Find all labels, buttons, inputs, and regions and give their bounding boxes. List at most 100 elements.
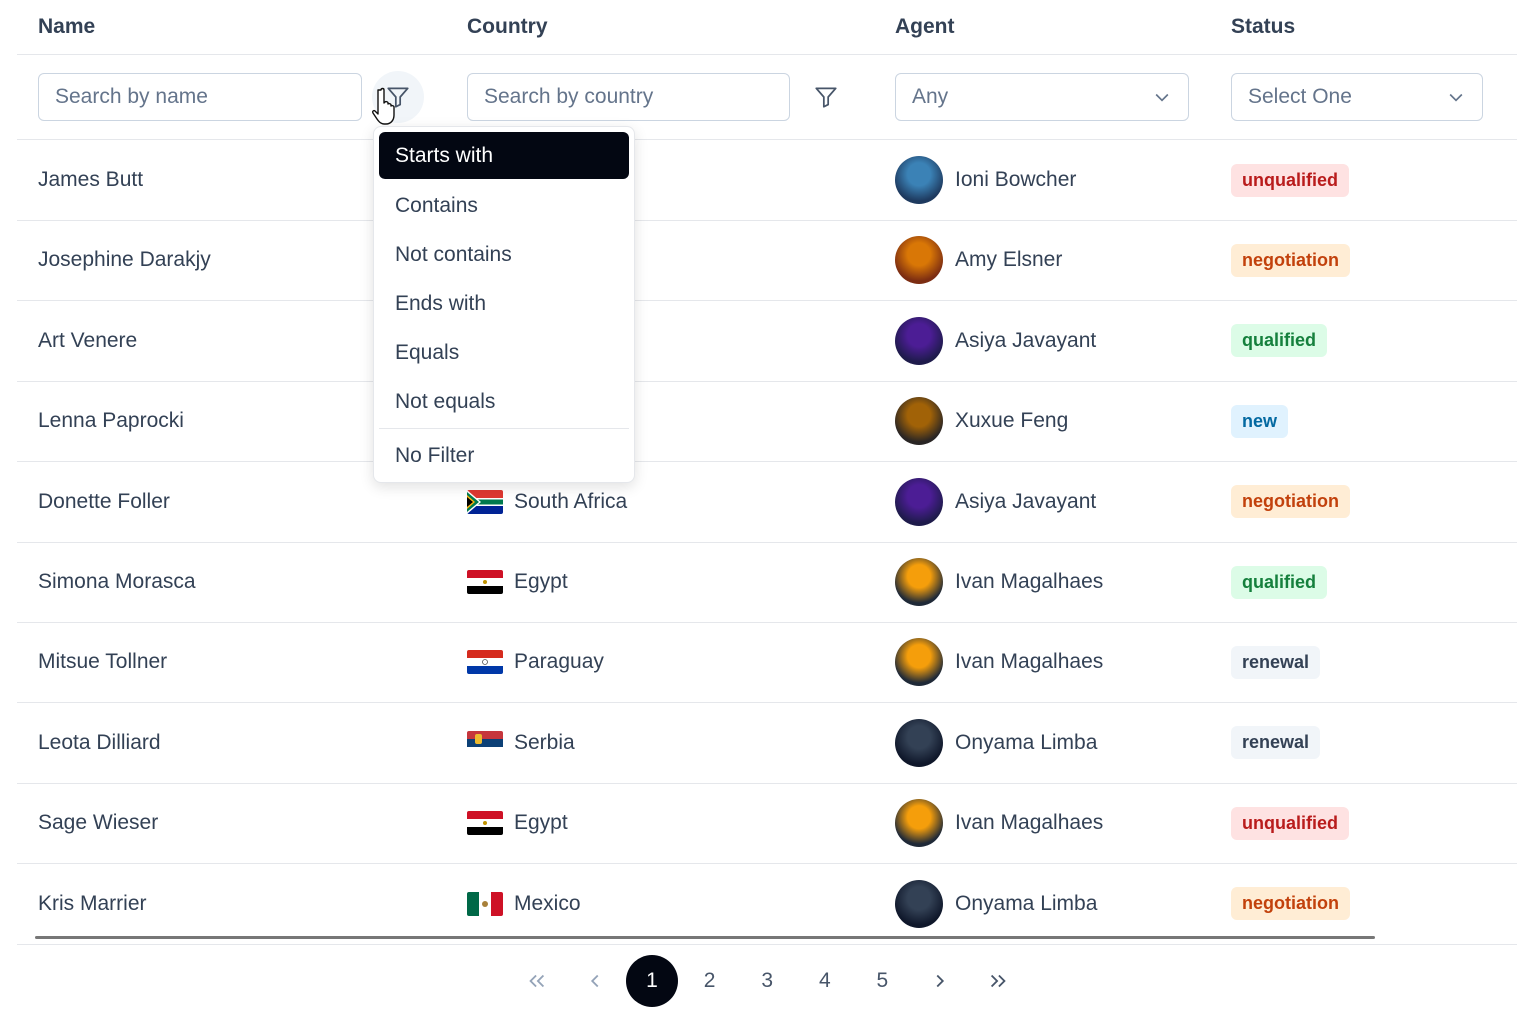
chevron-down-icon <box>1449 93 1463 102</box>
country-filter-button[interactable] <box>800 71 852 123</box>
status-cell: negotiation <box>1231 462 1511 542</box>
status-badge: new <box>1231 404 1289 438</box>
match-option[interactable]: Equals <box>379 328 629 377</box>
page-button[interactable]: 4 <box>799 955 851 1007</box>
agent-cell: Ivan Magalhaes <box>895 783 1225 863</box>
agent-cell: Xuxue Feng <box>895 381 1225 461</box>
country-name: Egypt <box>514 811 568 835</box>
status-cell: qualified <box>1231 542 1511 622</box>
table-row[interactable]: Kris Marrier Mexico Onyama Limba negotiatio… <box>17 864 1517 945</box>
table-row[interactable]: Sage Wieser Egypt Ivan Magalhaes unqualifie… <box>17 783 1517 865</box>
table-row[interactable]: Art Venere Asiya Javayant qualified <box>17 301 1517 382</box>
agent-cell: Onyama Limba <box>895 864 1225 944</box>
filter-icon <box>815 87 837 108</box>
customer-name: Kris Marrier <box>38 891 147 915</box>
customer-name: Leota Dilliard <box>38 730 161 754</box>
customer-name: Mitsue Tollner <box>38 650 168 674</box>
table-row[interactable]: Mitsue Tollner Paraguay Ivan Magalhaes rene… <box>17 622 1517 704</box>
agent-select-value: Any <box>912 85 949 108</box>
table-row[interactable]: Donette Foller South Africa Asiya Javayant… <box>17 462 1517 543</box>
avatar <box>895 879 943 928</box>
table-row[interactable]: Simona Morasca Egypt Ivan Magalhaes qualifi… <box>17 542 1517 623</box>
country-cell: Mexico <box>467 864 887 944</box>
filter-row: Search by name Search by country Any Sel… <box>17 55 1517 140</box>
agent-name: Ivan Magalhaes <box>955 650 1104 674</box>
table-row[interactable]: Leota Dilliard Serbia Onyama Limba renewal <box>17 703 1517 784</box>
status-select-value: Select One <box>1248 85 1352 108</box>
match-option[interactable]: Starts with <box>379 132 629 179</box>
avatar <box>895 156 943 204</box>
column-header-country[interactable]: Country <box>467 0 887 54</box>
table-header: Name Country Agent Status <box>17 0 1517 55</box>
avatar <box>895 316 943 365</box>
country-name: Paraguay <box>514 650 604 674</box>
status-cell: renewal <box>1231 622 1511 702</box>
avatar <box>895 477 943 526</box>
agent-cell: Amy Elsner <box>895 220 1225 300</box>
page-button[interactable]: 3 <box>741 955 793 1007</box>
no-filter-option[interactable]: No Filter <box>379 431 629 480</box>
table-row[interactable]: Josephine Darakjy Amy Elsner negotiation <box>17 220 1517 302</box>
match-option[interactable]: Not equals <box>379 377 629 426</box>
last-page-button[interactable] <box>972 955 1024 1007</box>
hand-cursor-icon <box>372 87 395 125</box>
country-search-input[interactable]: Search by country <box>467 73 790 121</box>
agent-name: Ioni Bowcher <box>955 168 1077 191</box>
status-cell: unqualified <box>1231 783 1511 863</box>
rs-flag-icon <box>467 730 503 755</box>
status-badge: renewal <box>1231 645 1321 679</box>
customer-name: James Butt <box>38 168 144 191</box>
mx-flag-icon <box>467 891 503 916</box>
chevrons-right-icon <box>990 974 1006 988</box>
table-row[interactable]: James Butt Ioni Bowcher unqualified <box>17 140 1517 221</box>
za-flag-icon <box>467 489 503 514</box>
status-badge: negotiation <box>1231 485 1350 519</box>
column-header-status[interactable]: Status <box>1231 0 1511 54</box>
status-cell: negotiation <box>1231 864 1511 944</box>
agent-name: Xuxue Feng <box>955 409 1069 433</box>
name-search-input[interactable]: Search by name <box>38 73 362 121</box>
name-cell: Sage Wieser <box>38 783 458 863</box>
agent-select[interactable]: Any <box>895 73 1189 121</box>
agent-cell: Asiya Javayant <box>895 462 1225 542</box>
agent-name: Asiya Javayant <box>955 489 1097 513</box>
match-option[interactable]: Contains <box>379 181 629 230</box>
agent-name: Asiya Javayant <box>955 328 1097 352</box>
column-header-agent[interactable]: Agent <box>895 0 1225 54</box>
country-name: Serbia <box>514 730 575 754</box>
chevron-down-icon <box>1155 93 1169 102</box>
agent-name: Ivan Magalhaes <box>955 570 1104 593</box>
table-row[interactable]: Lenna Paprocki Xuxue Feng new <box>17 381 1517 463</box>
agent-name: Ivan Magalhaes <box>955 811 1104 835</box>
country-name: Egypt <box>514 570 568 593</box>
pagination: 12345 <box>0 955 1538 1009</box>
avatar <box>895 718 943 767</box>
status-select[interactable]: Select One <box>1231 73 1483 121</box>
next-page-button[interactable] <box>914 955 966 1007</box>
country-cell: Serbia <box>467 703 887 783</box>
country-cell: Egypt <box>467 783 887 863</box>
previous-page-button[interactable] <box>569 955 621 1007</box>
agent-cell: Onyama Limba <box>895 703 1225 783</box>
status-badge: negotiation <box>1231 887 1350 921</box>
customer-name: Simona Morasca <box>38 570 196 593</box>
page-button[interactable]: 2 <box>684 955 736 1007</box>
agent-cell: Ivan Magalhaes <box>895 622 1225 702</box>
agent-cell: Ioni Bowcher <box>895 140 1225 220</box>
country-name: Mexico <box>514 891 581 915</box>
country-name: South Africa <box>514 489 628 513</box>
status-badge: unqualified <box>1231 806 1349 840</box>
column-header-name[interactable]: Name <box>38 0 458 54</box>
status-cell: renewal <box>1231 703 1511 783</box>
page-button[interactable]: 1 <box>626 955 678 1007</box>
name-cell: Leota Dilliard <box>38 703 458 783</box>
agent-name: Onyama Limba <box>955 730 1098 754</box>
page-button[interactable]: 5 <box>856 955 908 1007</box>
status-filter-cell: Select One <box>1231 55 1511 139</box>
first-page-button[interactable] <box>511 955 563 1007</box>
match-option[interactable]: Not contains <box>379 230 629 279</box>
match-option[interactable]: Ends with <box>379 279 629 328</box>
menu-divider <box>379 428 629 429</box>
agent-name: Amy Elsner <box>955 248 1063 272</box>
horizontal-scrollbar[interactable] <box>35 936 1375 939</box>
